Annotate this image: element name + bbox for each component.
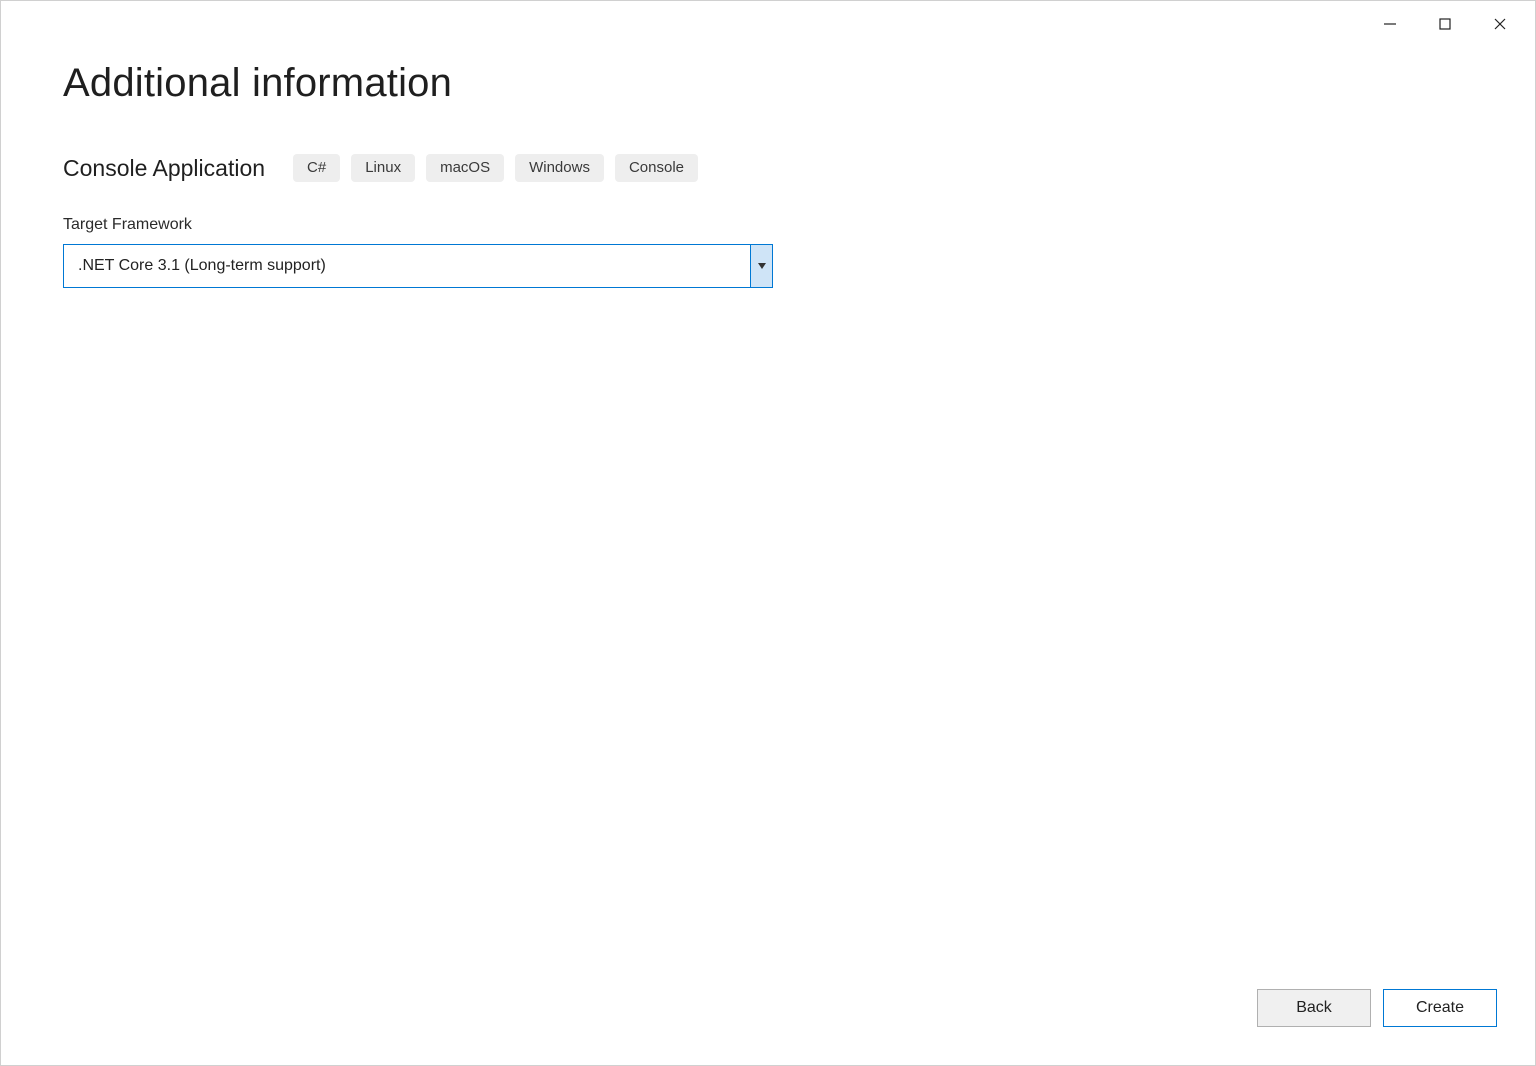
close-icon bbox=[1493, 17, 1507, 31]
target-framework-dropdown[interactable]: .NET Core 3.1 (Long-term support) bbox=[63, 244, 773, 288]
tag-linux: Linux bbox=[351, 154, 415, 182]
target-framework-value: .NET Core 3.1 (Long-term support) bbox=[64, 245, 750, 287]
footer-buttons: Back Create bbox=[1257, 989, 1497, 1027]
window-titlebar bbox=[1362, 1, 1535, 41]
template-tags: C# Linux macOS Windows Console bbox=[293, 154, 698, 182]
maximize-icon bbox=[1438, 17, 1452, 31]
tag-windows: Windows bbox=[515, 154, 604, 182]
dropdown-arrow[interactable] bbox=[750, 245, 772, 287]
target-framework-label: Target Framework bbox=[63, 216, 1473, 234]
tag-macos: macOS bbox=[426, 154, 504, 182]
page-title: Additional information bbox=[63, 61, 1473, 106]
maximize-button[interactable] bbox=[1417, 9, 1472, 39]
minimize-icon bbox=[1383, 17, 1397, 31]
template-name: Console Application bbox=[63, 155, 265, 182]
minimize-button[interactable] bbox=[1362, 9, 1417, 39]
back-button[interactable]: Back bbox=[1257, 989, 1371, 1027]
close-button[interactable] bbox=[1472, 9, 1527, 39]
tag-console: Console bbox=[615, 154, 698, 182]
tag-csharp: C# bbox=[293, 154, 340, 182]
chevron-down-icon bbox=[758, 263, 766, 269]
create-button[interactable]: Create bbox=[1383, 989, 1497, 1027]
template-row: Console Application C# Linux macOS Windo… bbox=[63, 154, 1473, 182]
main-content: Additional information Console Applicati… bbox=[63, 61, 1473, 288]
